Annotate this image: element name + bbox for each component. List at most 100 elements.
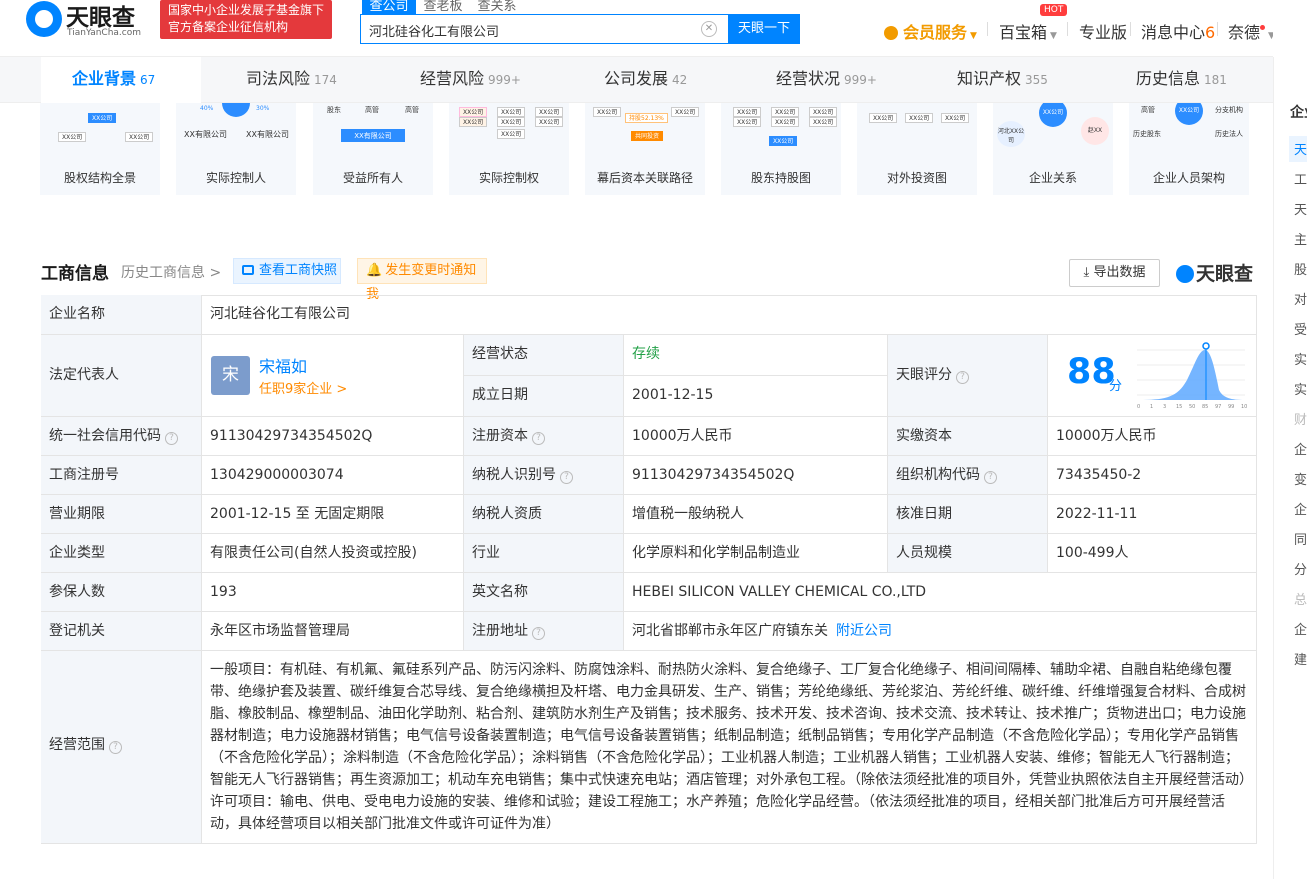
toolbox-menu[interactable]: 百宝箱 ▼ <box>999 19 1057 43</box>
vip-label: 会员服务 <box>903 23 968 42</box>
status-value: 存续 <box>624 335 888 376</box>
user-name: 奈德 <box>1228 23 1261 42</box>
top-bar: 天眼查 TianYanCha.com 国家中小企业发展子基金旗下 官方备案企业征… <box>0 0 1307 57</box>
right-nav-item[interactable]: 实 <box>1294 349 1307 368</box>
logo-eye-icon <box>1176 265 1194 283</box>
help-icon[interactable]: ? <box>956 371 969 384</box>
found-date-label: 成立日期 <box>464 376 624 417</box>
legal-rep-name-link[interactable]: 宋福如 <box>259 353 307 377</box>
help-icon[interactable]: ? <box>532 627 545 640</box>
legal-rep-label: 法定代表人 <box>41 335 202 417</box>
help-icon[interactable]: ? <box>109 741 122 754</box>
clear-search-icon[interactable]: ✕ <box>701 21 717 37</box>
right-nav-item[interactable]: 总 <box>1294 589 1307 608</box>
card-thumbnail: 40% 30% XX有限公司 XX有限公司 <box>176 103 296 161</box>
search-button[interactable]: 天眼一下 <box>728 14 800 44</box>
help-icon[interactable]: ? <box>532 432 545 445</box>
right-nav-item[interactable]: 股 <box>1294 259 1307 278</box>
message-count: 6 <box>1205 23 1216 42</box>
company-type-value: 有限责任公司(自然人投资或控股) <box>202 534 464 573</box>
message-center-label: 消息中心 <box>1141 23 1206 42</box>
right-nav-item[interactable]: 天 <box>1294 139 1307 158</box>
bell-icon: 🔔 <box>366 263 383 278</box>
help-icon[interactable]: ? <box>984 471 997 484</box>
score-unit: 分 <box>1109 379 1123 394</box>
notify-on-change-button[interactable]: 🔔 发生变更时通知我 <box>357 258 487 302</box>
avatar[interactable]: 宋 <box>211 356 250 395</box>
logo-url: TianYanCha.com <box>67 28 142 38</box>
right-nav-item[interactable]: 同 <box>1294 529 1307 548</box>
message-center-link[interactable]: 消息中心6 <box>1141 19 1215 43</box>
right-nav-item[interactable]: 主 <box>1294 229 1307 248</box>
official-badge[interactable]: 国家中小企业发展子基金旗下 官方备案企业征信机构 <box>160 0 332 39</box>
right-nav-item[interactable]: 财 <box>1294 409 1307 428</box>
card-capital-path[interactable]: XX公司 XX公司 持股52.13% 共同投资 幕后资本关联路径 <box>585 103 705 195</box>
english-name-value: HEBEI SILICON VALLEY CHEMICAL CO.,LTD <box>624 573 1257 612</box>
search-tab-boss[interactable]: 查老板 <box>416 0 470 14</box>
search-tab-company[interactable]: 查公司 <box>362 0 416 14</box>
right-nav-item[interactable]: 企 <box>1294 619 1307 638</box>
right-nav-item[interactable]: 分 <box>1294 559 1307 578</box>
insured-label: 参保人数 <box>41 573 202 612</box>
right-nav-item[interactable]: 对 <box>1294 289 1307 308</box>
right-nav-item[interactable]: 天 <box>1294 199 1307 218</box>
help-icon[interactable]: ? <box>165 432 178 445</box>
vip-service-menu[interactable]: 会员服务 ▼ <box>884 19 977 43</box>
history-business-info-link[interactable]: 历史工商信息 > <box>121 262 221 282</box>
english-name-label: 英文名称 <box>464 573 624 612</box>
score-axis-tick: 0 <box>1137 404 1140 410</box>
industry-value: 化学原料和化学制品制造业 <box>624 534 888 573</box>
tab-intellectual-property[interactable]: 知识产权 355 <box>957 57 1048 103</box>
toolbox-label: 百宝箱 <box>999 23 1048 42</box>
search-input[interactable]: 河北硅谷化工有限公司 <box>360 14 728 44</box>
tab-operating-status[interactable]: 经营状况 999+ <box>776 57 877 103</box>
tianyancha-logo[interactable]: 天眼查 TianYanCha.com <box>26 0 150 40</box>
card-beneficial-owner[interactable]: 股东 高管 高管 XX有限公司 受益所有人 <box>313 103 433 195</box>
tab-history[interactable]: 历史信息 181 <box>1136 57 1227 103</box>
view-snapshot-button[interactable]: 查看工商快照 <box>233 258 341 284</box>
right-panel-top <box>1273 0 1307 57</box>
score-label: 天眼评分? <box>888 335 1048 417</box>
company-name-label: 企业名称 <box>41 295 202 335</box>
right-nav-item[interactable]: 企 <box>1294 499 1307 518</box>
user-menu[interactable]: 奈德 ▼ <box>1228 19 1275 43</box>
right-nav-item[interactable]: 实 <box>1294 379 1307 398</box>
search-tab-relation[interactable]: 查关系 <box>470 0 524 14</box>
crown-icon <box>884 26 898 40</box>
card-shareholder-chart[interactable]: XX公司 XX公司 XX公司 XX公司 XX公司 XX公司 XX公司 股东持股图 <box>721 103 841 195</box>
card-equity-structure[interactable]: XX公司 XX公司 XX公司 股权结构全景 <box>40 103 160 195</box>
tab-judicial-risk[interactable]: 司法风险 174 <box>246 57 337 103</box>
reg-capital-label: 注册资本? <box>464 417 624 456</box>
card-enterprise-relation[interactable]: XX公司 河北XX公司 赵XX 企业关系 <box>993 103 1113 195</box>
help-icon[interactable]: ? <box>560 471 573 484</box>
legal-rep-positions-link[interactable]: 任职9家企业 > <box>259 378 347 397</box>
score-axis-tick: 99 <box>1228 404 1234 410</box>
approve-date-value: 2022-11-11 <box>1048 495 1257 534</box>
card-investment-chart[interactable]: XX公司 XX公司 XX公司 对外投资图 <box>857 103 977 195</box>
tab-enterprise-background[interactable]: 企业背景 67 <box>41 57 201 103</box>
pro-version-link[interactable]: 专业版 <box>1079 19 1127 43</box>
industry-label: 行业 <box>464 534 624 573</box>
card-label: 企业人员架构 <box>1152 171 1225 185</box>
export-data-button[interactable]: ⤓ 导出数据 <box>1069 259 1160 287</box>
card-actual-controller[interactable]: 40% 30% XX有限公司 XX有限公司 实际控制人 <box>176 103 296 195</box>
staff-size-value: 100-499人 <box>1048 534 1257 573</box>
uscc-label: 统一社会信用代码? <box>41 417 202 456</box>
card-thumbnail: XX公司 XX公司 持股52.13% 共同投资 <box>585 103 705 161</box>
right-anchor-nav: 企业 天工天主股对受实实财企变企同分总企建 <box>1273 57 1307 879</box>
taxpayer-type-value: 增值税一般纳税人 <box>624 495 888 534</box>
reg-no-value: 130429000003074 <box>202 456 464 495</box>
tab-company-development[interactable]: 公司发展 42 <box>604 57 687 103</box>
score-axis-tick: 100 <box>1241 404 1247 410</box>
tab-operating-risk[interactable]: 经营风险 999+ <box>420 57 521 103</box>
right-nav-item[interactable]: 建 <box>1294 649 1307 668</box>
card-personnel-structure[interactable]: 高管 XX公司 分支机构 历史股东 历史法人 企业人员架构 <box>1129 103 1249 195</box>
card-actual-control[interactable]: XX公司 XX公司 XX公司 XX公司 XX公司 XX公司 XX公司 实际控制权 <box>449 103 569 195</box>
nearby-companies-link[interactable]: 附近公司 <box>836 623 892 639</box>
right-nav-item[interactable]: 企 <box>1294 439 1307 458</box>
right-nav-item[interactable]: 变 <box>1294 469 1307 488</box>
authority-value: 永年区市场监督管理局 <box>202 612 464 651</box>
right-nav-item[interactable]: 受 <box>1294 319 1307 338</box>
right-nav-item[interactable]: 工 <box>1294 169 1307 188</box>
score-axis-tick: 1 <box>1150 404 1153 410</box>
